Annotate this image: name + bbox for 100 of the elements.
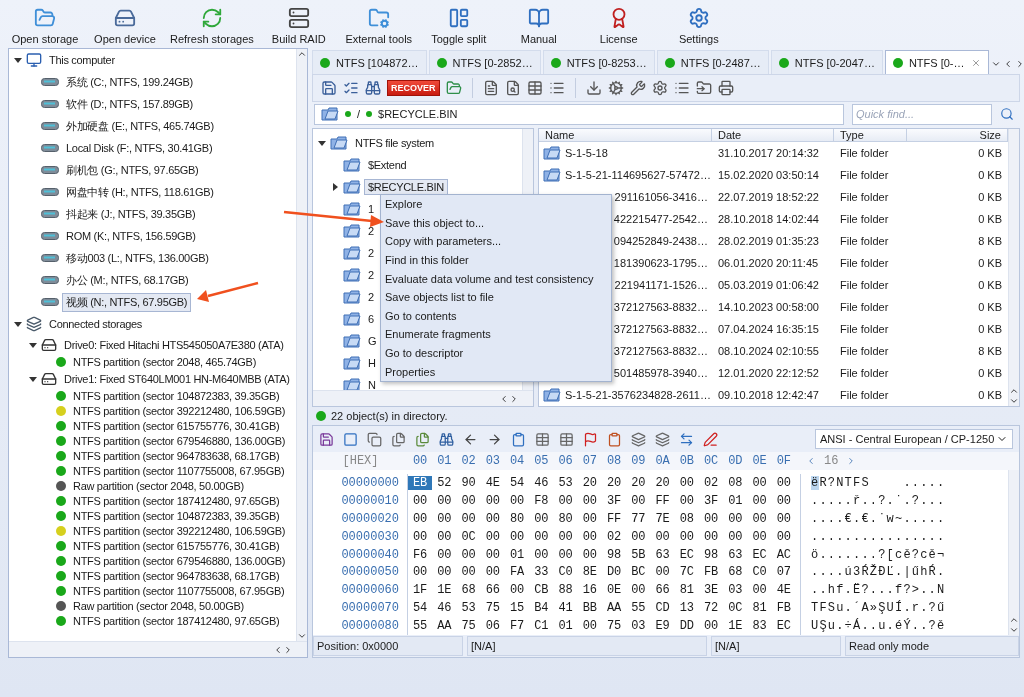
hex-byte[interactable]: EC	[674, 547, 699, 562]
hex-byte[interactable]: 00	[456, 493, 481, 508]
hex-byte[interactable]: 00	[456, 547, 481, 562]
hex-byte[interactable]: E9	[650, 619, 675, 634]
document-icon[interactable]	[482, 80, 499, 96]
toolbar-button[interactable]: Refresh storages	[166, 0, 258, 48]
hex-byte[interactable]: 53	[456, 601, 481, 616]
expanded-arrow-icon[interactable]	[13, 319, 23, 329]
hex-byte[interactable]: 98	[602, 547, 627, 562]
hex-byte[interactable]: 16	[577, 583, 602, 598]
hex-byte[interactable]: 00	[505, 493, 530, 508]
hex-byte[interactable]: 00	[480, 493, 505, 508]
tree-item[interactable]: 抖起来 (J:, NTFS, 39.35GB)	[62, 204, 200, 224]
tree-item[interactable]: NTFS partition (sector 392212480, 106.59GB)	[69, 522, 290, 539]
hex-byte[interactable]: 13	[674, 601, 699, 616]
hex-byte[interactable]: AA	[602, 601, 627, 616]
hex-byte[interactable]: 01	[723, 493, 748, 508]
hex-byte[interactable]: 00	[432, 547, 457, 562]
wrench-icon[interactable]	[629, 80, 646, 96]
column-header[interactable]: Type	[834, 129, 907, 141]
hex-byte[interactable]: 00	[480, 511, 505, 526]
file-name[interactable]: 422215477-2542…	[613, 213, 708, 225]
hex-byte[interactable]: 00	[747, 475, 772, 490]
menu-item[interactable]: Explore	[381, 195, 611, 214]
back-icon[interactable]	[463, 431, 478, 447]
folder-tree-item[interactable]: $Extend	[364, 157, 411, 173]
hex-byte[interactable]: 83	[747, 619, 772, 634]
paste-icon[interactable]	[415, 431, 430, 447]
hex-byte[interactable]: F8	[529, 493, 554, 508]
hex-byte[interactable]: 46	[529, 475, 554, 490]
hex-byte[interactable]: 1E	[432, 583, 457, 598]
hex-byte[interactable]: 5B	[626, 547, 651, 562]
hex-byte[interactable]: 00	[553, 493, 578, 508]
hex-byte[interactable]: 00	[577, 529, 602, 544]
tree-item[interactable]: NTFS partition (sector 104872383, 39.35GB)	[69, 387, 284, 404]
hex-byte[interactable]: 00	[626, 493, 651, 508]
save-icon[interactable]	[319, 431, 334, 447]
document-tab[interactable]: NTFS [0-2852…	[428, 50, 541, 74]
tree-item[interactable]: 软件 (D:, NTFS, 157.89GB)	[62, 94, 197, 114]
hex-byte[interactable]: 98	[699, 547, 724, 562]
save-icon[interactable]	[321, 80, 337, 96]
hex-byte[interactable]: 15	[505, 601, 530, 616]
hex-byte[interactable]: C0	[747, 565, 772, 580]
toolbar-button[interactable]: Settings	[659, 0, 738, 48]
hex-byte[interactable]: 68	[456, 583, 481, 598]
folder-icon[interactable]	[445, 80, 462, 96]
hex-byte[interactable]: 00	[577, 493, 602, 508]
tree-item[interactable]: NTFS partition (sector 1107755008, 67.95GB)	[69, 462, 289, 479]
file-name[interactable]: 501485978-3940…	[613, 367, 708, 379]
hex-byte[interactable]: 90	[456, 475, 481, 490]
folder-tree-item[interactable]: H	[364, 355, 380, 371]
collapsed-arrow-icon[interactable]	[330, 182, 340, 192]
hex-byte[interactable]: 3F	[602, 493, 627, 508]
hex-byte[interactable]: 00	[408, 565, 433, 580]
hex-byte[interactable]: 00	[456, 565, 481, 580]
expanded-arrow-icon[interactable]	[13, 55, 23, 65]
tree-item[interactable]: 网盘中转 (H:, NTFS, 118.61GB)	[62, 182, 218, 202]
recover-button[interactable]: RECOVER	[387, 80, 440, 96]
tree-item[interactable]: Drive0: Fixed Hitachi HTS545050A7E380 (ATA)	[60, 336, 288, 353]
hex-byte[interactable]: 00	[553, 547, 578, 562]
hex-byte[interactable]: 20	[602, 475, 627, 490]
hex-byte[interactable]: 00	[747, 583, 772, 598]
path-segment[interactable]: $RECYCLE.BIN	[378, 108, 458, 120]
scroll-down-icon[interactable]	[1009, 625, 1019, 635]
toolbar-button[interactable]: Manual	[499, 0, 578, 48]
hex-byte[interactable]: AC	[771, 547, 796, 562]
hex-byte[interactable]: 00	[699, 619, 724, 634]
hex-byte[interactable]: 00	[408, 511, 433, 526]
hex-byte[interactable]: 0E	[602, 583, 627, 598]
tree-item[interactable]: Connected storages	[45, 316, 147, 332]
tree-item[interactable]: NTFS partition (sector 1107755008, 67.95GB)	[69, 582, 289, 599]
horizontal-scrollbar[interactable]	[9, 641, 307, 657]
vertical-scrollbar[interactable]	[296, 49, 307, 641]
tree-item[interactable]: NTFS partition (sector 964783638, 68.17GB)	[69, 447, 284, 464]
hex-byte[interactable]: 03	[626, 619, 651, 634]
hex-byte[interactable]: 7E	[650, 511, 675, 526]
scroll-left-icon[interactable]	[273, 644, 283, 655]
hex-byte[interactable]: FF	[650, 493, 675, 508]
hex-byte[interactable]: BC	[626, 565, 651, 580]
hex-byte[interactable]: 00	[480, 547, 505, 562]
hex-byte[interactable]: EC	[771, 619, 796, 634]
hex-byte[interactable]: 00	[432, 565, 457, 580]
file-name[interactable]: 094252849-2438…	[613, 235, 708, 247]
hex-byte[interactable]: 80	[505, 511, 530, 526]
hex-byte[interactable]: CB	[529, 583, 554, 598]
hex-byte[interactable]: 81	[747, 601, 772, 616]
hex-byte[interactable]: 00	[747, 493, 772, 508]
menu-item[interactable]: Evaluate data volume and test consistency	[381, 269, 611, 288]
tree-item[interactable]: Raw partition (sector 2048, 50.00GB)	[69, 597, 248, 614]
hex-byte[interactable]: 54	[505, 475, 530, 490]
swap-icon[interactable]	[679, 431, 694, 447]
hex-byte[interactable]: 06	[480, 619, 505, 634]
scroll-down-icon[interactable]	[297, 631, 307, 641]
hex-byte[interactable]: 20	[577, 475, 602, 490]
hex-byte[interactable]: 4E	[480, 475, 505, 490]
list-icon[interactable]	[548, 80, 565, 96]
settings-icon[interactable]	[651, 80, 668, 96]
scroll-up-icon[interactable]	[1009, 386, 1019, 396]
tree-item[interactable]: This computer	[45, 52, 119, 68]
hex-byte[interactable]: 46	[432, 601, 457, 616]
